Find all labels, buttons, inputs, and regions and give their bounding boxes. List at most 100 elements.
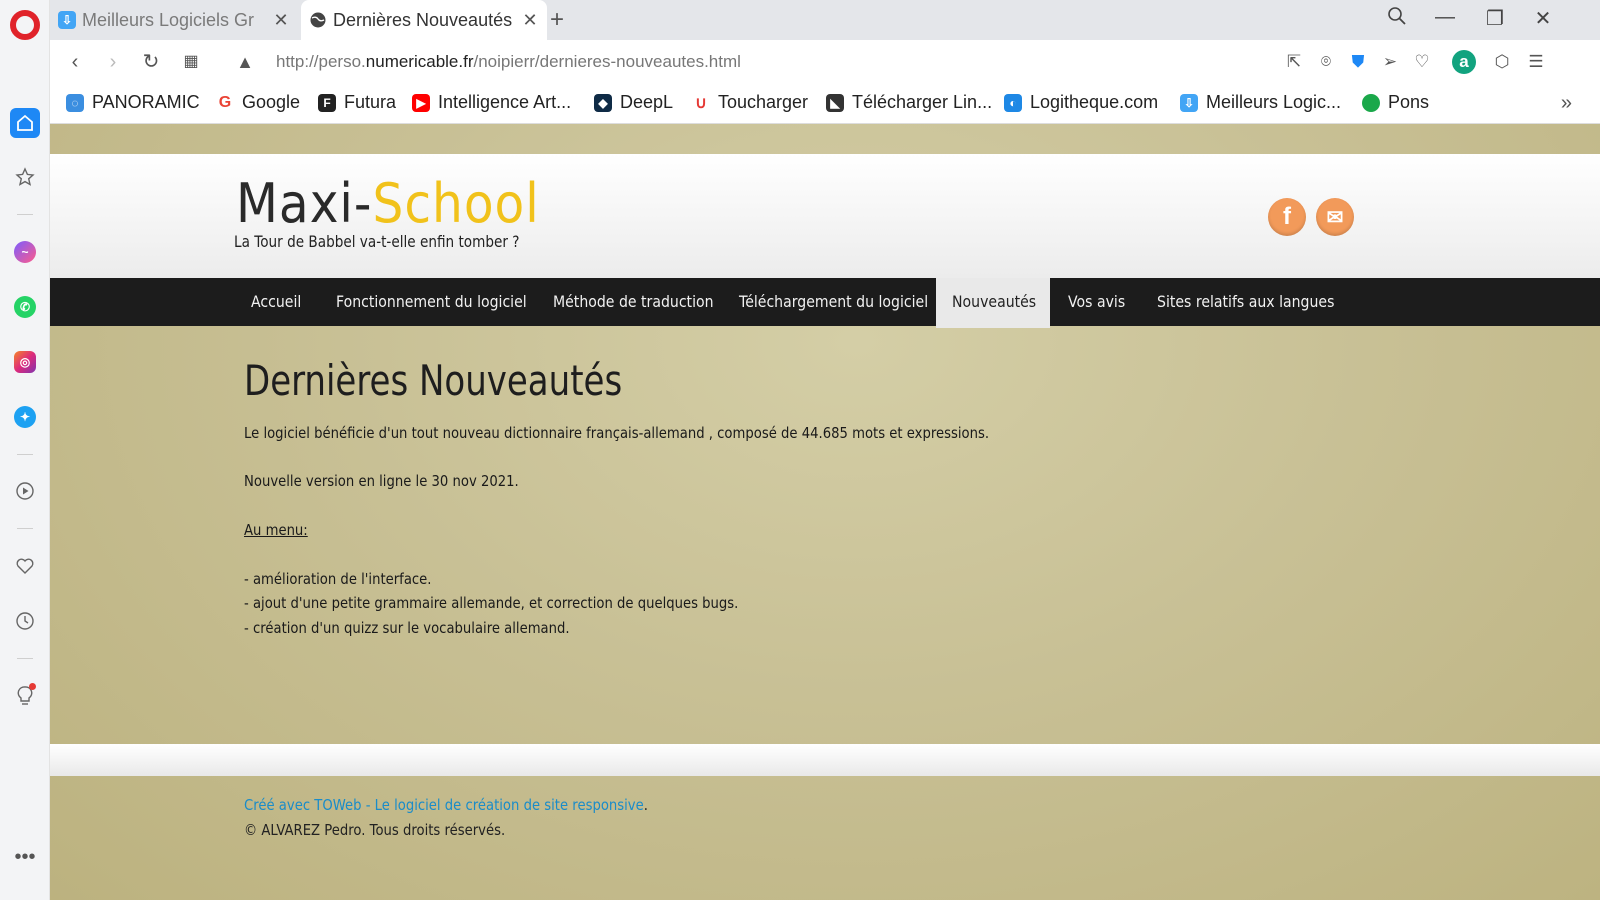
toucharger-icon: ∪: [692, 93, 710, 112]
player-icon[interactable]: [10, 476, 40, 506]
linux-icon: ◣: [826, 93, 844, 112]
bookmark-label: Futura: [344, 92, 397, 112]
speed-dial-grid-icon[interactable]: ▦: [178, 49, 204, 75]
twitter-icon[interactable]: ✦: [10, 402, 40, 432]
bookmark-pons[interactable]: Pons: [1362, 92, 1429, 113]
new-tab-button[interactable]: +: [550, 6, 564, 34]
bookmark-label: Meilleurs Logic...: [1206, 92, 1342, 112]
heart-icon[interactable]: [10, 551, 40, 581]
lightbulb-icon[interactable]: [10, 681, 40, 711]
security-warning-icon[interactable]: ▲: [232, 49, 258, 75]
more-options-icon[interactable]: •••: [10, 842, 40, 872]
nav-fonctionnement[interactable]: Fonctionnement du logiciel: [336, 278, 527, 326]
history-clock-icon[interactable]: [10, 606, 40, 636]
minimize-icon[interactable]: —: [1430, 6, 1460, 29]
restore-icon[interactable]: ❐: [1480, 6, 1510, 31]
bookmark-telecharger-linux[interactable]: ◣ Télécharger Lin...: [826, 92, 992, 113]
sidebar-divider: [17, 528, 33, 529]
messenger-icon[interactable]: ~: [10, 237, 40, 267]
nav-vos-avis[interactable]: Vos avis: [1068, 278, 1125, 326]
footer-band: [50, 744, 1600, 776]
bookmark-logitheque[interactable]: ◐ Logitheque.com: [1004, 92, 1158, 113]
bookmarks-bar: ◌ PANORAMIC G Google F Futura ▶ Intelligence…: [50, 84, 1600, 124]
close-window-icon[interactable]: ✕: [1528, 6, 1558, 31]
footer-copyright: © ALVAREZ Pedro. Tous droits réservés.: [244, 821, 506, 839]
bookmark-intelligence[interactable]: ▶ Intelligence Art...: [412, 92, 571, 113]
bookmark-meilleurs-logiciels[interactable]: ⇩ Meilleurs Logic...: [1180, 92, 1341, 113]
home-icon[interactable]: [10, 108, 40, 138]
site-navigation: Accueil Fonctionnement du logiciel Métho…: [50, 278, 1600, 328]
sidebar-divider: [17, 454, 33, 455]
tab-label: Dernières Nouveautés: [333, 9, 513, 30]
paragraph-version: Nouvelle version en ligne le 30 nov 2021…: [244, 472, 519, 490]
email-icon[interactable]: ✉: [1316, 198, 1354, 236]
reload-icon[interactable]: ↻: [138, 49, 164, 75]
nav-accueil[interactable]: Accueil: [251, 278, 301, 326]
search-icon[interactable]: [1382, 6, 1412, 32]
bookmark-deepl[interactable]: ◆ DeepL: [594, 92, 673, 113]
bookmark-label: Télécharger Lin...: [852, 92, 993, 112]
download-site-icon: ⇩: [58, 11, 76, 29]
page-title: Dernières Nouveautés: [244, 356, 623, 405]
logo-accent-text: School: [372, 172, 540, 235]
site-header: Maxi-School La Tour de Babbel va-t-elle …: [50, 154, 1600, 278]
bookmark-label: Toucharger: [718, 92, 809, 112]
list-item: - ajout d'une petite grammaire allemande…: [244, 594, 739, 612]
bookmark-label: DeepL: [620, 92, 674, 112]
instagram-icon[interactable]: ◎: [10, 347, 40, 377]
nav-nouveautes[interactable]: Nouveautés: [952, 278, 1036, 326]
paragraph-dictionary: Le logiciel bénéficie d'un tout nouveau …: [244, 424, 990, 442]
tab-dernieres-nouveautes[interactable]: Dernières Nouveautés ✕: [301, 0, 547, 40]
site-tagline: La Tour de Babbel va-t-elle enfin tomber…: [234, 232, 520, 251]
cube-icon[interactable]: ⬡: [1490, 50, 1514, 74]
logitheque-icon: ◐: [1004, 93, 1022, 112]
browser-sidebar: ~ ✆ ◎ ✦ •••: [0, 0, 50, 900]
extension-a-icon[interactable]: a: [1452, 50, 1476, 74]
webpage: Maxi-School La Tour de Babbel va-t-elle …: [50, 124, 1600, 900]
bookmark-futura[interactable]: F Futura: [318, 92, 396, 113]
back-icon[interactable]: ‹: [62, 49, 88, 75]
bookmark-toucharger[interactable]: ∪ Toucharger: [692, 92, 808, 113]
tab-meilleurs-logiciels[interactable]: ⇩ Meilleurs Logiciels Gr ✕: [50, 0, 298, 40]
bookmark-label: Google: [242, 92, 301, 112]
close-icon[interactable]: ✕: [272, 10, 290, 31]
bookmark-label: Logitheque.com: [1030, 92, 1159, 112]
google-icon: G: [216, 93, 234, 112]
star-icon[interactable]: [10, 162, 40, 192]
url-prefix: http://perso.: [276, 52, 366, 71]
nav-telechargement[interactable]: Téléchargement du logiciel: [739, 278, 928, 326]
facebook-icon[interactable]: f: [1268, 198, 1306, 236]
bookmark-panoramic[interactable]: ◌ PANORAMIC: [66, 92, 200, 113]
shield-icon[interactable]: ⛊: [1346, 50, 1370, 74]
address-bar: ‹ › ↻ ▦ ▲ http://perso.numericable.fr/no…: [50, 40, 1600, 84]
close-icon[interactable]: ✕: [521, 10, 539, 31]
globe-icon: [310, 12, 326, 28]
notification-dot: [29, 683, 36, 690]
download-site-icon: ⇩: [1180, 93, 1198, 112]
nav-methode[interactable]: Méthode de traduction: [553, 278, 714, 326]
main-content: Dernières Nouveautés Le logiciel bénéfic…: [244, 356, 1344, 637]
opera-logo-icon[interactable]: [10, 10, 40, 40]
site-logo[interactable]: Maxi-School: [236, 172, 540, 235]
list-item: - amélioration de l'interface.: [244, 570, 432, 588]
whatsapp-icon[interactable]: ✆: [10, 292, 40, 322]
share-icon[interactable]: ⇱: [1282, 50, 1306, 74]
forward-icon[interactable]: ›: [100, 49, 126, 75]
toweb-link[interactable]: Créé avec TOWeb - Le logiciel de créatio…: [244, 796, 644, 814]
heart-icon[interactable]: ♡: [1410, 50, 1434, 74]
camera-icon[interactable]: ⌾: [1314, 50, 1338, 74]
send-icon[interactable]: ➢: [1378, 50, 1402, 74]
url-path: /noipierr/dernieres-nouveautes.html: [473, 52, 741, 71]
chat-bubbles-icon: ◌: [66, 93, 84, 112]
logo-main-text: Maxi-: [236, 172, 373, 235]
easy-setup-icon[interactable]: ☰: [1524, 50, 1548, 74]
bookmark-google[interactable]: G Google: [216, 92, 300, 113]
sidebar-divider: [17, 214, 33, 215]
deepl-icon: ◆: [594, 93, 612, 112]
footer-credit: Créé avec TOWeb - Le logiciel de créatio…: [244, 796, 648, 814]
url-field[interactable]: http://perso.numericable.fr/noipierr/der…: [276, 52, 741, 72]
tab-label: Meilleurs Logiciels Gr: [82, 9, 255, 30]
more-bookmarks-icon[interactable]: »: [1561, 92, 1572, 115]
nav-sites-langues[interactable]: Sites relatifs aux langues: [1157, 278, 1334, 326]
footer-period: .: [643, 796, 648, 814]
